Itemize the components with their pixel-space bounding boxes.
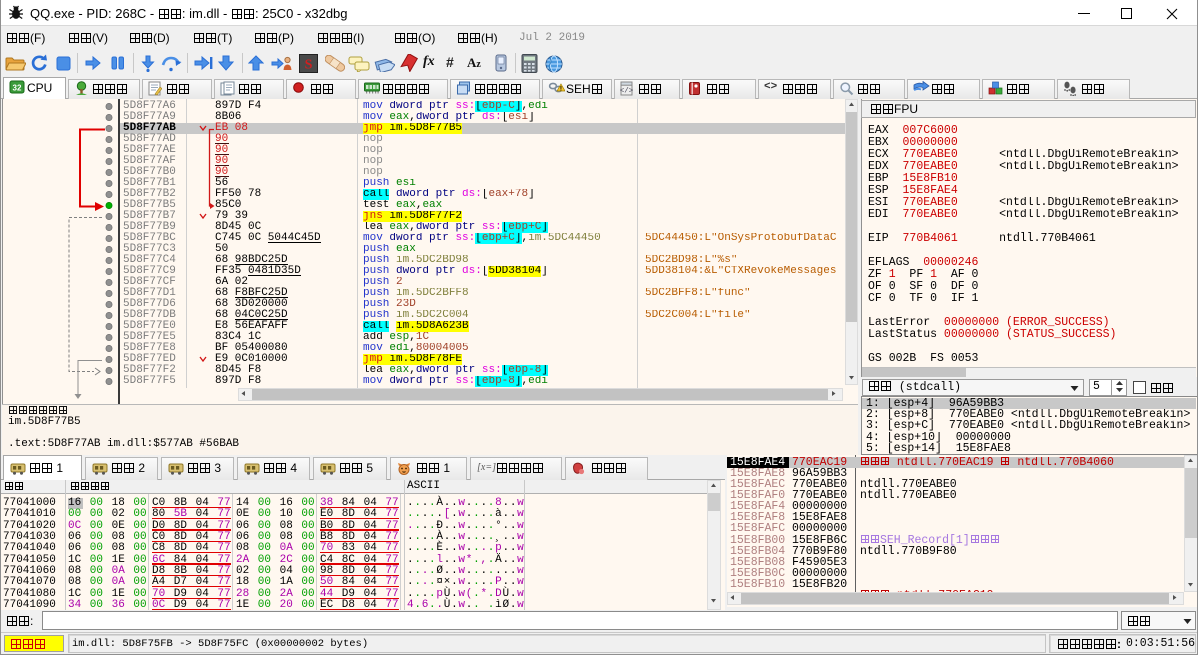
svg-text:S: S	[305, 58, 313, 73]
svg-text:</>: </>	[620, 88, 634, 96]
svg-text:!: !	[560, 86, 562, 93]
svg-text:32: 32	[13, 84, 22, 93]
